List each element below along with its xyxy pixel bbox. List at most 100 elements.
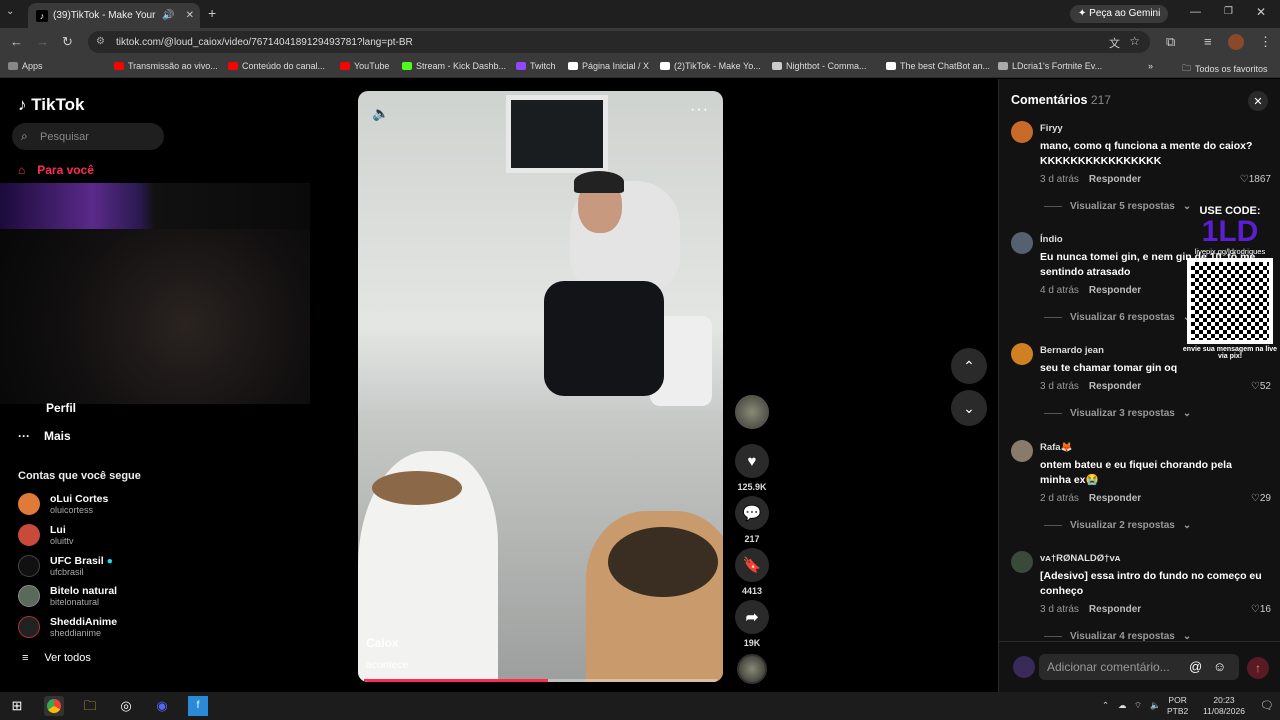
share-button[interactable]: ➦ 19K [734,600,770,648]
nav-more[interactable]: ··· Mais [18,429,71,443]
bookmark-apps[interactable]: Apps [8,61,43,71]
onedrive-icon[interactable]: ☁ [1118,700,1127,711]
bookmark-item[interactable]: YouTube [340,61,389,71]
comment-button[interactable]: 💬 217 [734,496,770,544]
extensions-icon[interactable]: ⧉ [1166,34,1175,50]
bookmark-item[interactable]: Transmissão ao vivo... [114,61,218,71]
following-item[interactable]: UFC Brasil ● ufcbrasil [18,555,113,577]
following-item[interactable]: Bitelo natural bitelonatural [18,585,117,607]
clock[interactable]: 20:23 11/08/2026 [1194,695,1254,717]
notification-icon[interactable]: 🗨 [1260,699,1274,712]
comment-user[interactable]: Índio [1040,234,1063,245]
gemini-button[interactable]: ✦ Peça ao Gemini [1070,5,1169,23]
windows-start-icon[interactable]: ⊞ [7,696,27,716]
maximize-button[interactable]: ❐ [1224,6,1233,17]
reload-button[interactable]: ↻ [62,34,73,50]
bookmark-item[interactable]: Nightbot - Comma... [772,61,867,71]
new-tab-button[interactable]: + [208,5,216,21]
wifi-icon[interactable]: ⌔ [1134,700,1142,711]
comment-likes[interactable]: ♡16 [1251,604,1271,615]
view-replies-button[interactable]: Visualizar 6 respostas ⌄ [1044,312,1191,323]
like-button[interactable]: ♥ 125.9K [734,444,770,492]
nav-profile[interactable]: Perfil [18,401,76,415]
tab-search-button[interactable]: ⌄ [6,6,14,17]
back-button[interactable]: ← [10,34,23,49]
obs-icon[interactable]: ◎ [116,696,136,716]
see-all-link[interactable]: ≡ Ver todos [22,652,91,664]
close-tab-icon[interactable]: ✕ [186,10,194,21]
chrome-taskbar-icon[interactable] [44,696,64,716]
music-disc-avatar[interactable] [737,654,767,684]
reply-button[interactable]: Responder [1089,493,1141,504]
avatar[interactable] [1011,121,1033,143]
more-bookmarks-icon[interactable]: » [1148,61,1153,71]
profile-avatar[interactable] [1228,34,1244,50]
bookmark-item[interactable]: Stream - Kick Dashb... [402,61,506,71]
reply-button[interactable]: Responder [1089,381,1141,392]
volume-icon[interactable]: 🔈 [372,105,389,122]
input-language[interactable]: POR PTB2 [1167,695,1188,717]
comment-user[interactable]: ᴠᴀ†RØNALDØ†ᴠᴀ [1040,553,1120,564]
bookmark-item[interactable]: LDcria1's Fortnite Ev... [998,61,1102,71]
tiktok-favicon: ♪ [36,9,48,22]
comment-user[interactable]: Firyy [1040,123,1063,134]
emoji-icon[interactable]: ☺ [1213,659,1226,674]
minimize-button[interactable]: — [1190,6,1201,18]
mention-icon[interactable]: @ [1189,659,1202,674]
tray-chevron-icon[interactable]: ⌃ [1102,700,1109,711]
forward-button[interactable]: → [36,34,49,49]
comment-input[interactable]: Adicionar comentário... [1039,654,1239,680]
nav-for-you[interactable]: ⌂ Para você [18,163,94,177]
menu-icon[interactable]: ⋮ [1259,34,1272,50]
video-progress-bar[interactable] [364,679,717,682]
tab-strip: ⌄ ♪ (39)TikTok - Make Your Day 🔊 ✕ + ✦ P… [0,0,1280,28]
save-button[interactable]: 🔖 4413 [734,548,770,596]
address-bar[interactable]: ⚙ tiktok.com/@loud_caiox/video/767140418… [88,31,1150,53]
media-icon[interactable]: ≡ [1204,34,1212,49]
app-icon[interactable]: f [188,696,208,716]
reply-button[interactable]: Responder [1089,174,1141,185]
reply-button[interactable]: Responder [1089,604,1141,615]
bookmark-item[interactable]: Conteúdo do canal... [228,61,325,71]
more-options-icon[interactable]: ··· [690,101,709,119]
video-player[interactable]: 🔈 ··· Caiox acontece [358,91,723,682]
site-info-icon[interactable]: ⚙ [96,36,105,47]
following-item[interactable]: oLui Cortes oluicortess [18,493,108,515]
browser-tab[interactable]: ♪ (39)TikTok - Make Your Day 🔊 ✕ [28,3,200,28]
translate-icon[interactable]: 文 [1109,35,1120,51]
close-window-button[interactable]: ✕ [1256,5,1266,19]
previous-video-button[interactable]: ⌃ [951,348,987,384]
avatar[interactable] [1011,551,1033,573]
comment-likes[interactable]: ♡1867 [1240,174,1271,185]
tiktok-logo[interactable]: ♪ TikTok [18,95,84,115]
comment-likes[interactable]: ♡29 [1251,493,1271,504]
following-item[interactable]: Lui oluittv [18,524,74,546]
author-avatar[interactable] [735,395,769,429]
search-input[interactable]: ⌕ Pesquisar [12,123,164,150]
reply-button[interactable]: Responder [1089,285,1141,296]
view-replies-button[interactable]: Visualizar 2 respostas ⌄ [1044,520,1191,531]
close-comments-button[interactable]: ✕ [1248,91,1268,111]
volume-tray-icon[interactable]: 🔈 [1150,700,1161,711]
bookmark-item[interactable]: Página Inicial / X [568,61,649,71]
bookmark-item[interactable]: Twitch [516,61,556,71]
comment-likes[interactable]: ♡52 [1251,381,1271,392]
all-favorites[interactable]: 🗀 Todos os favoritos [1182,61,1268,77]
speaker-icon[interactable]: 🔊 [162,10,174,21]
send-comment-button[interactable]: ↑ [1247,657,1269,679]
file-explorer-icon[interactable]: 🗀 [80,696,100,716]
avatar[interactable] [1011,232,1033,254]
bookmark-item[interactable]: The best ChatBot an... [886,61,990,71]
video-author[interactable]: Caiox [366,636,399,650]
avatar[interactable] [1011,343,1033,365]
view-replies-button[interactable]: Visualizar 3 respostas ⌄ [1044,408,1191,419]
view-replies-button[interactable]: Visualizar 5 respostas ⌄ [1044,201,1191,212]
comment-user[interactable]: Rafa🦊 [1040,442,1072,453]
avatar[interactable] [1011,440,1033,462]
discord-icon[interactable]: ◉ [152,696,172,716]
bookmark-item[interactable]: (2)TikTok - Make Yo... [660,61,761,71]
following-item[interactable]: SheddiAnime sheddianime [18,616,117,638]
next-video-button[interactable]: ⌄ [951,390,987,426]
bookmark-star-icon[interactable]: ☆ [1129,34,1140,48]
comment-user[interactable]: Bernardo jean [1040,345,1104,356]
